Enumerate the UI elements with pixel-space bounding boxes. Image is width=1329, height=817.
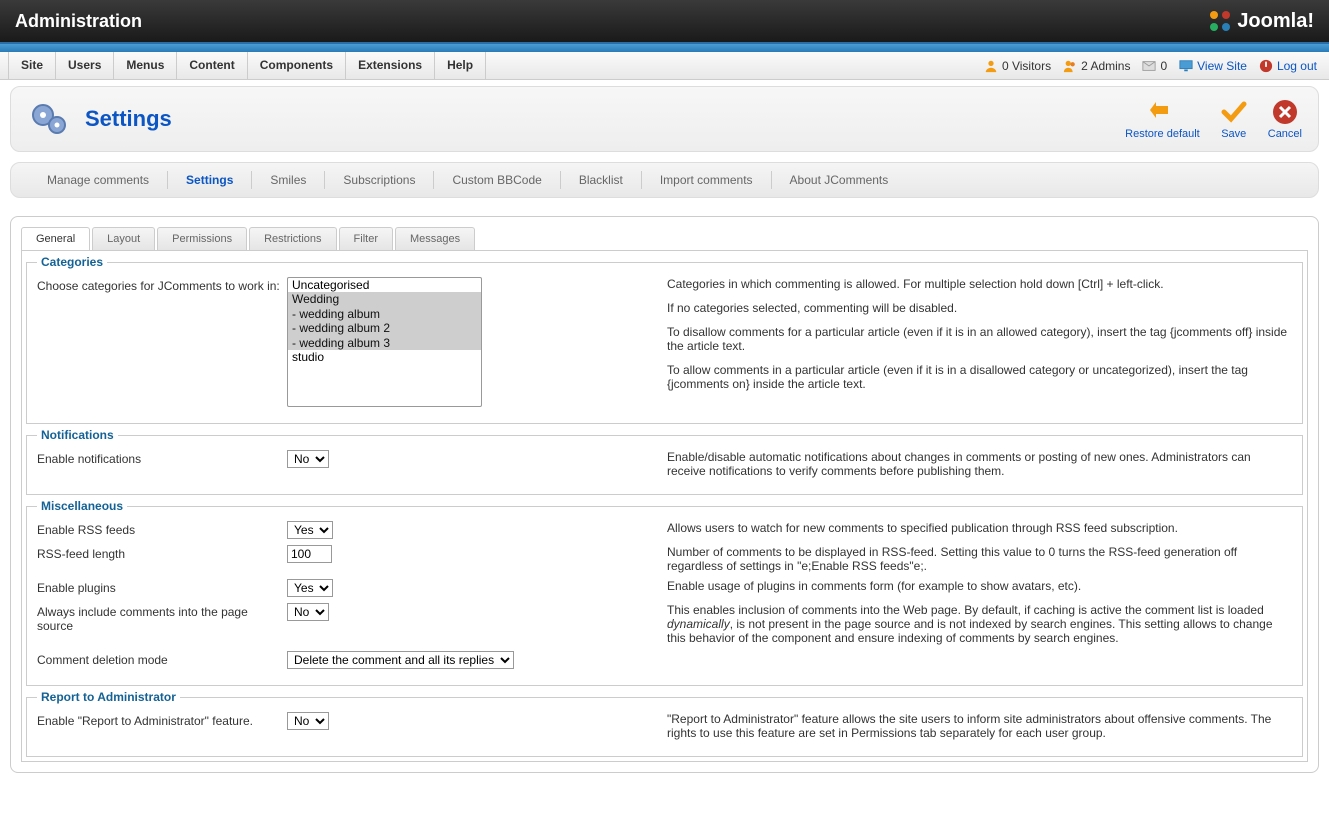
- notifications-label: Enable notifications: [37, 450, 287, 466]
- report-legend: Report to Administrator: [37, 690, 180, 704]
- cancel-icon: [1271, 98, 1299, 126]
- subnav-import-comments[interactable]: Import comments: [642, 171, 772, 189]
- accent-bar: [0, 44, 1329, 52]
- tab-body-general: Categories Choose categories for JCommen…: [21, 250, 1308, 762]
- header-title: Administration: [15, 11, 142, 32]
- menu-extensions[interactable]: Extensions: [346, 52, 435, 79]
- restore-default-button[interactable]: Restore default: [1125, 98, 1200, 140]
- delete-mode-label: Comment deletion mode: [37, 651, 287, 667]
- notifications-legend: Notifications: [37, 428, 118, 442]
- rsslen-label: RSS-feed length: [37, 545, 287, 561]
- subnav-smiles[interactable]: Smiles: [252, 171, 325, 189]
- page-header: Settings Restore default Save Cancel: [10, 86, 1319, 152]
- categories-description: Categories in which commenting is allowe…: [657, 277, 1292, 401]
- report-label: Enable "Report to Administrator" feature…: [37, 712, 287, 728]
- view-site-link[interactable]: View Site: [1179, 59, 1247, 73]
- status-admins: 2 Admins: [1063, 59, 1130, 73]
- report-fieldset: Report to Administrator Enable "Report t…: [26, 690, 1303, 757]
- categories-legend: Categories: [37, 255, 107, 269]
- rsslen-input[interactable]: [287, 545, 332, 563]
- status-visitors: 0 Visitors: [984, 59, 1051, 73]
- user-icon: [984, 59, 998, 73]
- settings-gear-icon: [27, 97, 71, 141]
- miscellaneous-legend: Miscellaneous: [37, 499, 127, 513]
- menu-site[interactable]: Site: [8, 52, 56, 79]
- checkmark-icon: [1220, 98, 1248, 126]
- menu-menus[interactable]: Menus: [114, 52, 177, 79]
- menu-components[interactable]: Components: [248, 52, 346, 79]
- status-messages[interactable]: 0: [1142, 59, 1167, 73]
- settings-panel: GeneralLayoutPermissionsRestrictionsFilt…: [10, 216, 1319, 773]
- subnav-settings[interactable]: Settings: [168, 171, 252, 189]
- undo-arrow-icon: [1148, 98, 1176, 126]
- notifications-description: Enable/disable automatic notifications a…: [657, 450, 1292, 478]
- monitor-icon: [1179, 59, 1193, 73]
- notifications-select[interactable]: No: [287, 450, 329, 468]
- miscellaneous-fieldset: Miscellaneous Enable RSS feeds Yes Allow…: [26, 499, 1303, 686]
- menu-users[interactable]: Users: [56, 52, 114, 79]
- subnav-blacklist[interactable]: Blacklist: [561, 171, 642, 189]
- page-title: Settings: [85, 106, 172, 132]
- include-label: Always include comments into the page so…: [37, 603, 287, 633]
- tab-filter[interactable]: Filter: [339, 227, 393, 250]
- tab-restrictions[interactable]: Restrictions: [249, 227, 336, 250]
- logout-link[interactable]: Log out: [1259, 59, 1317, 73]
- notifications-fieldset: Notifications Enable notifications No En…: [26, 428, 1303, 495]
- toolbar: Restore default Save Cancel: [1125, 98, 1302, 140]
- tab-messages[interactable]: Messages: [395, 227, 475, 250]
- plugins-description: Enable usage of plugins in comments form…: [657, 579, 1292, 593]
- settings-tabs: GeneralLayoutPermissionsRestrictionsFilt…: [21, 227, 1308, 250]
- rss-label: Enable RSS feeds: [37, 521, 287, 537]
- subnav-subscriptions[interactable]: Subscriptions: [325, 171, 434, 189]
- tab-permissions[interactable]: Permissions: [157, 227, 247, 250]
- menu-help[interactable]: Help: [435, 52, 486, 79]
- envelope-icon: [1142, 59, 1156, 73]
- subnav-manage-comments[interactable]: Manage comments: [29, 171, 168, 189]
- plugins-label: Enable plugins: [37, 579, 287, 595]
- rss-description: Allows users to watch for new comments t…: [657, 521, 1292, 535]
- delete-mode-select[interactable]: Delete the comment and all its replies: [287, 651, 514, 669]
- subnav-about-jcomments[interactable]: About JComments: [772, 171, 907, 189]
- plugins-select[interactable]: Yes: [287, 579, 333, 597]
- subnav-custom-bbcode[interactable]: Custom BBCode: [434, 171, 560, 189]
- categories-fieldset: Categories Choose categories for JCommen…: [26, 255, 1303, 424]
- report-select[interactable]: No: [287, 712, 329, 730]
- categories-label: Choose categories for JComments to work …: [37, 277, 287, 293]
- joomla-logo-icon: [1207, 8, 1233, 34]
- include-description: This enables inclusion of comments into …: [657, 603, 1292, 645]
- brand-logo: Joomla!: [1207, 8, 1314, 34]
- component-subnav: Manage commentsSettingsSmilesSubscriptio…: [10, 162, 1319, 198]
- admin-header: Administration Joomla!: [0, 0, 1329, 44]
- rsslen-description: Number of comments to be displayed in RS…: [657, 545, 1292, 573]
- menu-content[interactable]: Content: [177, 52, 247, 79]
- save-button[interactable]: Save: [1220, 98, 1248, 140]
- report-description: "Report to Administrator" feature allows…: [657, 712, 1292, 740]
- menubar: SiteUsersMenusContentComponentsExtension…: [0, 52, 1329, 80]
- logout-icon: [1259, 59, 1273, 73]
- tab-layout[interactable]: Layout: [92, 227, 155, 250]
- rss-select[interactable]: Yes: [287, 521, 333, 539]
- cancel-button[interactable]: Cancel: [1268, 98, 1302, 140]
- include-select[interactable]: No: [287, 603, 329, 621]
- categories-select[interactable]: UncategorisedWedding - wedding album - w…: [287, 277, 482, 407]
- users-icon: [1063, 59, 1077, 73]
- tab-general[interactable]: General: [21, 227, 90, 250]
